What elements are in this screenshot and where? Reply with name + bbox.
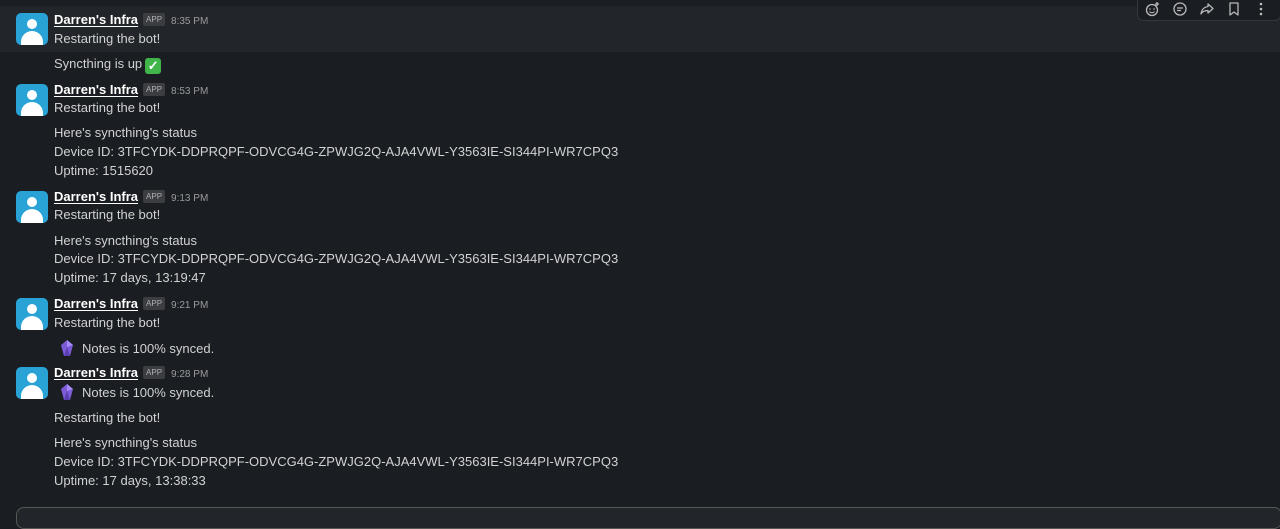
timestamp[interactable]: 8:53 PM — [171, 86, 208, 97]
forward-icon[interactable] — [1199, 1, 1217, 19]
message-text: Here's syncthing's status — [54, 233, 197, 248]
message-composer[interactable] — [16, 507, 1280, 529]
message-text: Device ID: 3TFCYDK-DDPRQPF-ODVCG4G-ZPWJG… — [54, 251, 619, 266]
gem-icon — [60, 384, 74, 400]
reply-in-thread-icon[interactable] — [1172, 1, 1190, 19]
sender-name[interactable]: Darren's Infra — [54, 189, 138, 204]
app-badge: APP — [143, 297, 166, 310]
sender-name[interactable]: Darren's Infra — [54, 296, 138, 311]
message-feed: Darren's Infra APP 8:35 PM Restarting the … — [0, 0, 1280, 505]
message-text: Uptime: 17 days, 13:19:47 — [54, 270, 206, 285]
sender-name[interactable]: Darren's Infra — [54, 12, 138, 27]
message-text: Uptime: 1515620 — [54, 163, 154, 178]
sender-name[interactable]: Darren's Infra — [54, 82, 138, 97]
message-text: Notes is 100% synced. — [56, 384, 214, 400]
avatar[interactable] — [16, 298, 48, 330]
bookmark-icon[interactable] — [1226, 1, 1244, 19]
message-text: Uptime: 17 days, 13:38:33 — [54, 473, 206, 488]
sender-name[interactable]: Darren's Infra — [54, 365, 138, 380]
message-actions-toolbar — [1137, 0, 1280, 21]
timestamp[interactable]: 8:35 PM — [171, 16, 208, 27]
message-text: Restarting the bot! — [54, 100, 161, 115]
more-actions-icon[interactable] — [1253, 1, 1271, 19]
app-badge: APP — [143, 13, 166, 26]
message-text: Here's syncthing's status — [54, 125, 197, 140]
message[interactable]: Darren's Infra APP 8:35 PM Restarting the … — [0, 6, 1280, 52]
app-badge: APP — [143, 190, 166, 203]
app-badge: APP — [143, 83, 166, 96]
message-text: Restarting the bot! — [54, 410, 161, 425]
avatar[interactable] — [16, 84, 48, 116]
timestamp[interactable]: 9:28 PM — [171, 369, 208, 380]
app-badge: APP — [143, 366, 166, 379]
add-reaction-icon[interactable] — [1145, 1, 1163, 19]
message-text: Device ID: 3TFCYDK-DDPRQPF-ODVCG4G-ZPWJG… — [54, 454, 619, 469]
message-text: Restarting the bot! — [54, 207, 161, 222]
avatar[interactable] — [16, 191, 48, 223]
message-text: Syncthing is up ✓ — [54, 56, 162, 74]
gem-icon — [60, 340, 74, 356]
check-mark-icon: ✓ — [145, 58, 162, 74]
timestamp[interactable]: 9:13 PM — [171, 193, 208, 204]
message-text: Restarting the bot! — [54, 315, 161, 330]
message-text: Notes is 100% synced. — [56, 340, 214, 356]
message-text: Device ID: 3TFCYDK-DDPRQPF-ODVCG4G-ZPWJG… — [54, 144, 619, 159]
message[interactable]: Darren's Infra APP 9:28 PM Notes is 100% s… — [0, 362, 1280, 492]
message-text: Restarting the bot! — [54, 31, 161, 46]
avatar[interactable] — [16, 367, 48, 399]
message[interactable]: Darren's Infra APP 8:53 PM Restarting the … — [0, 78, 1280, 182]
message-text: Here's syncthing's status — [54, 435, 197, 450]
avatar[interactable] — [16, 13, 48, 45]
message[interactable]: Syncthing is up ✓ — [0, 52, 1280, 76]
message[interactable]: Darren's Infra APP 9:21 PM Restarting the … — [0, 293, 1280, 359]
timestamp[interactable]: 9:21 PM — [171, 300, 208, 311]
message[interactable]: Darren's Infra APP 9:13 PM Restarting the … — [0, 186, 1280, 290]
